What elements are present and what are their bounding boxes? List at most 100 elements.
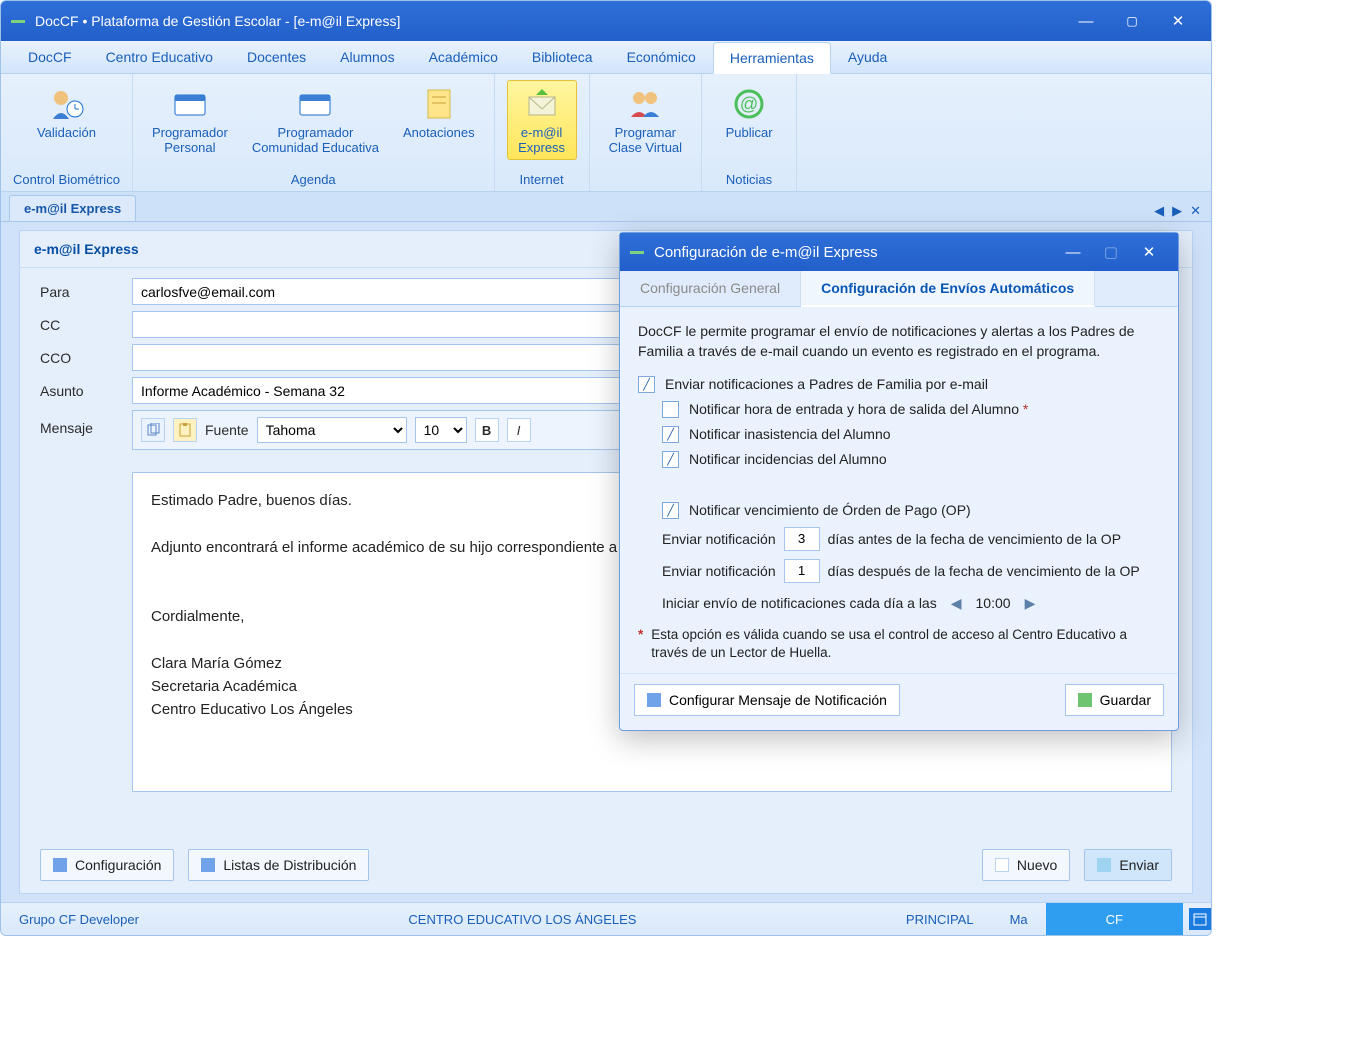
status-user: PRINCIPAL (888, 912, 992, 927)
ribbon-group: ProgramadorPersonal ProgramadorComunidad … (133, 74, 495, 191)
ribbon-anotaciones[interactable]: Anotaciones (396, 80, 482, 160)
save-button[interactable]: Guardar (1065, 684, 1164, 716)
config-button[interactable]: Configuración (40, 849, 174, 881)
ribbon-group: Validación Control Biométrico (1, 74, 133, 191)
menu-alumnos[interactable]: Alumnos (323, 41, 411, 73)
menu-doccf[interactable]: DocCF (11, 41, 89, 73)
square-icon (201, 858, 215, 872)
menu-biblioteca[interactable]: Biblioteca (515, 41, 610, 73)
menu-ayuda[interactable]: Ayuda (831, 41, 904, 73)
time-value: 10:00 (976, 595, 1011, 611)
ribbon-programador-comunidad-educativa[interactable]: ProgramadorComunidad Educativa (245, 80, 386, 160)
ribbon-group-label: Agenda (291, 168, 336, 191)
time-next-icon[interactable]: ▶ (1025, 595, 1036, 612)
nuevo-button[interactable]: Nuevo (982, 849, 1070, 881)
tab-auto-send[interactable]: Configuración de Envíos Automáticos (801, 271, 1095, 307)
config-notify-button[interactable]: Configurar Mensaje de Notificación (634, 684, 900, 716)
dialog-desc: DocCF le permite programar el envío de n… (638, 321, 1160, 362)
window-title: DocCF • Plataforma de Gestión Escolar - … (35, 13, 400, 29)
menu-centro-educativo[interactable]: Centro Educativo (89, 41, 230, 73)
svg-text:@: @ (740, 94, 758, 114)
close-button[interactable] (1155, 1, 1201, 41)
status-day: Ma (992, 912, 1046, 927)
before-label-b: días antes de la fecha de vencimiento de… (828, 531, 1121, 547)
ribbon-validaci-n[interactable]: Validación (30, 80, 103, 145)
dialog-close-button[interactable]: ✕ (1130, 243, 1168, 261)
menu-económico[interactable]: Económico (610, 41, 713, 73)
nuevo-label: Nuevo (1017, 857, 1057, 873)
tab-strip: e-m@il Express ◀ ▶ ✕ (1, 192, 1211, 222)
group-icon (626, 85, 664, 123)
font-select[interactable]: Tahoma (257, 417, 407, 443)
ribbon-e-m-il-express[interactable]: e-m@ilExpress (507, 80, 577, 160)
menu-académico[interactable]: Académico (412, 41, 515, 73)
days-before-input[interactable] (784, 527, 820, 551)
tab-email-express[interactable]: e-m@il Express (9, 195, 136, 221)
ribbon-item-label: Validación (37, 125, 96, 140)
ribbon-item-label: ProgramarClase Virtual (609, 125, 682, 155)
app-icon (11, 20, 25, 23)
ribbon-group: ProgramarClase Virtual (590, 74, 702, 191)
note-icon (420, 85, 458, 123)
tab-next-icon[interactable]: ▶ (1170, 201, 1184, 221)
dialog-minimize-button[interactable]: — (1054, 244, 1092, 261)
status-right: CF (1046, 903, 1183, 935)
after-label-a: Enviar notificación (662, 563, 776, 579)
card-icon (296, 85, 334, 123)
menu-herramientas[interactable]: Herramientas (713, 42, 831, 74)
ribbon-group-label: Noticias (726, 168, 772, 191)
dialog-note: * Esta opción es válida cuando se usa el… (638, 626, 1160, 664)
chk-entry[interactable] (662, 401, 679, 418)
dialog-note-text: Esta opción es válida cuando se usa el c… (651, 626, 1160, 664)
tab-close-icon[interactable]: ✕ (1188, 201, 1203, 221)
maximize-button[interactable] (1109, 1, 1155, 41)
chk-absence[interactable] (662, 426, 679, 443)
ribbon-item-label: ProgramadorPersonal (152, 125, 228, 155)
listas-button[interactable]: Listas de Distribución (188, 849, 369, 881)
ribbon: Validación Control Biométrico ProgramadorP… (1, 74, 1211, 192)
time-prev-icon[interactable]: ◀ (951, 595, 962, 612)
menu-docentes[interactable]: Docentes (230, 41, 323, 73)
listas-label: Listas de Distribución (223, 857, 356, 873)
ribbon-programar-clase-virtual[interactable]: ProgramarClase Virtual (602, 80, 689, 160)
dialog-maximize-button[interactable]: ▢ (1092, 243, 1130, 261)
square-icon (995, 858, 1009, 872)
ribbon-publicar[interactable]: @Publicar (714, 80, 784, 145)
time-label: Iniciar envío de notificaciones cada día… (662, 595, 937, 611)
chk-payment[interactable] (662, 502, 679, 519)
cc-label: CC (40, 317, 132, 333)
ribbon-programador-personal[interactable]: ProgramadorPersonal (145, 80, 235, 160)
square-icon (53, 858, 67, 872)
at-icon: @ (730, 85, 768, 123)
ribbon-group: @Publicar Noticias (702, 74, 797, 191)
asterisk-icon: * (638, 626, 643, 664)
after-label-b: días después de la fecha de vencimiento … (828, 563, 1140, 579)
tab-prev-icon[interactable]: ◀ (1152, 201, 1166, 221)
copy-icon[interactable] (141, 418, 165, 442)
paste-icon[interactable] (173, 418, 197, 442)
asunto-label: Asunto (40, 383, 132, 399)
minimize-button[interactable] (1063, 1, 1109, 41)
chk-incident[interactable] (662, 451, 679, 468)
calendar-icon[interactable] (1189, 908, 1211, 930)
before-label-a: Enviar notificación (662, 531, 776, 547)
dialog-tabs: Configuración General Configuración de E… (620, 271, 1178, 307)
dialog-body: DocCF le permite programar el envío de n… (620, 307, 1178, 673)
tab-general[interactable]: Configuración General (620, 271, 801, 306)
square-icon (1097, 858, 1111, 872)
ribbon-group-label: Control Biométrico (13, 168, 120, 191)
config-dialog: Configuración de e-m@il Express — ▢ ✕ Co… (619, 232, 1179, 731)
bold-button[interactable]: B (475, 418, 499, 442)
card-icon (171, 85, 209, 123)
status-right-label: CF (1106, 912, 1123, 927)
chk-main[interactable] (638, 376, 655, 393)
size-select[interactable]: 10 (415, 417, 467, 443)
days-after-input[interactable] (784, 559, 820, 583)
square-icon (1078, 693, 1092, 707)
status-center: CENTRO EDUCATIVO LOS ÁNGELES (157, 912, 888, 927)
chk-payment-label: Notificar vencimiento de Órden de Pago (… (689, 502, 971, 518)
ribbon-item-label: ProgramadorComunidad Educativa (252, 125, 379, 155)
menubar: DocCFCentro EducativoDocentesAlumnosAcad… (1, 41, 1211, 74)
italic-button[interactable]: I (507, 418, 531, 442)
enviar-button[interactable]: Enviar (1084, 849, 1172, 881)
